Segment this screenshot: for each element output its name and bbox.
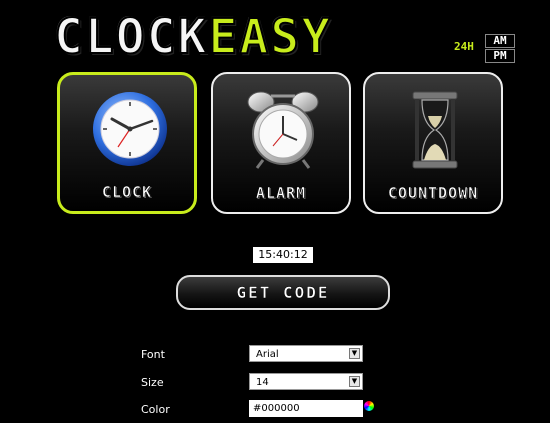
app-logo: CLOCKEASY [53,9,454,65]
logo-clock-text: CLOCK [53,9,209,65]
font-select-value: Arial [256,349,279,360]
font-label: Font [141,348,165,361]
chevron-down-icon[interactable]: ▼ [349,348,360,359]
chevron-down-icon[interactable]: ▼ [349,376,360,387]
color-label: Color [141,403,170,416]
tab-alarm[interactable]: ALARM [211,72,351,214]
format-24h-toggle[interactable]: 24H [454,40,474,53]
get-code-button[interactable]: GET CODE [176,275,390,310]
color-picker-icon[interactable] [364,401,374,411]
format-ampm-toggle[interactable]: AM PM [485,34,515,64]
tab-countdown[interactable]: COUNTDOWN [363,72,503,214]
hourglass-icon [412,91,458,169]
size-select-value: 14 [256,377,269,388]
tab-clock[interactable]: CLOCK [57,72,197,214]
font-select[interactable]: Arial ▼ [249,345,363,362]
time-display: 15:40:12 [253,247,313,263]
pm-label: PM [485,49,515,63]
wall-clock-icon [93,92,167,166]
tab-clock-label: CLOCK [101,183,153,202]
size-select[interactable]: 14 ▼ [249,373,363,390]
tab-countdown-label: COUNTDOWN [387,184,479,203]
tab-alarm-label: ALARM [255,184,307,203]
logo-easy-text: EASY [208,9,333,65]
alarm-clock-icon [247,91,319,169]
size-label: Size [141,376,164,389]
am-label: AM [485,34,515,48]
color-input[interactable]: #000000 [249,400,363,417]
